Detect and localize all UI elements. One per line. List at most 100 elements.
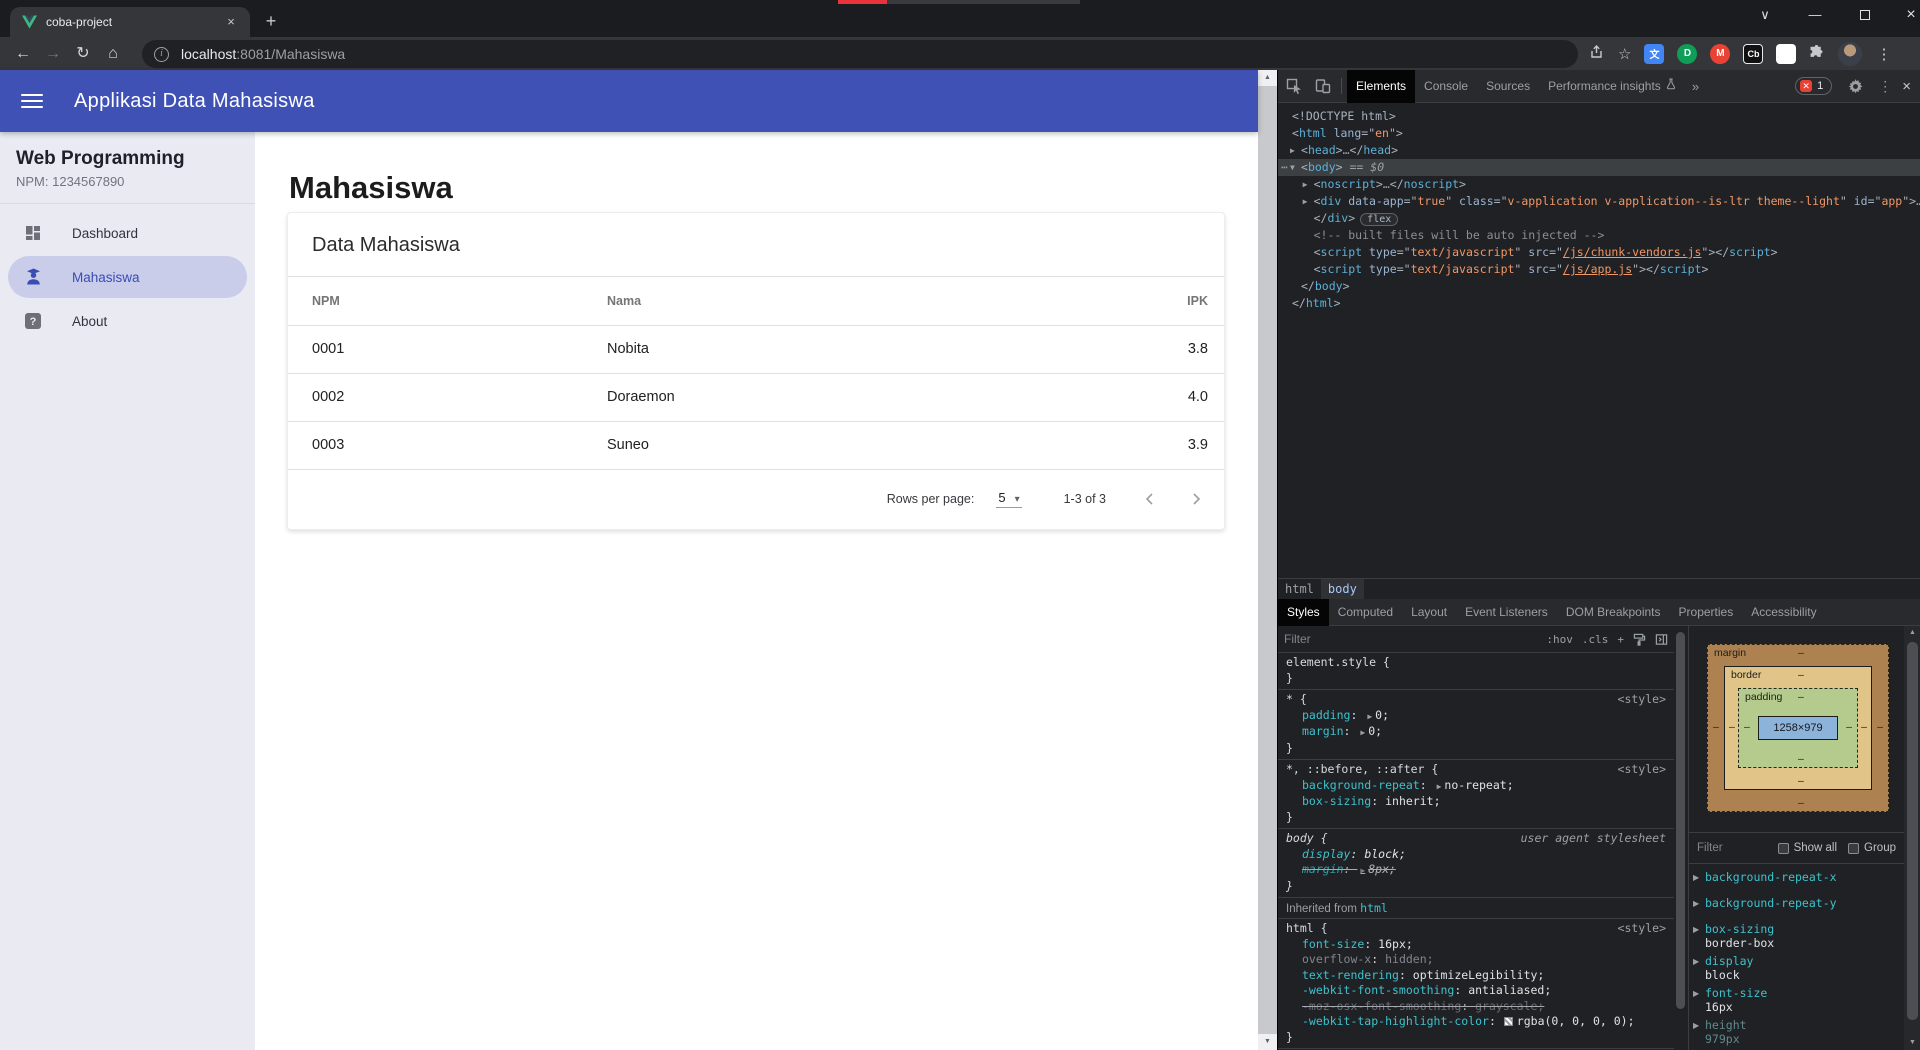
hamburger-menu-icon[interactable]	[21, 90, 43, 112]
scroll-up-icon[interactable]: ▲	[1904, 626, 1920, 640]
expander-right-icon[interactable]: ▶	[1693, 925, 1699, 934]
devtools-close-icon[interactable]: ×	[1902, 78, 1911, 95]
box-model-padding[interactable]: padding – – – – 1258×979	[1738, 688, 1858, 768]
browser-tab[interactable]: coba-project ×	[10, 7, 250, 37]
devtools-tab-console[interactable]: Console	[1415, 70, 1477, 103]
scroll-down-icon[interactable]: ▼	[1904, 1036, 1920, 1050]
expander-right-icon[interactable]: ▶	[1693, 1021, 1699, 1030]
expander-down-icon[interactable]: ▼	[1290, 159, 1295, 176]
dom-tree-line[interactable]: <html lang="en">	[1278, 125, 1920, 142]
share-icon[interactable]	[1588, 44, 1604, 64]
css-property[interactable]: display: block;	[1286, 847, 1666, 863]
scroll-up-icon[interactable]: ▲	[1258, 70, 1277, 86]
computed-scrollbar[interactable]: ▲ ▼	[1904, 626, 1920, 1050]
dom-tree-line[interactable]: ⋯▼<body> == $0	[1278, 159, 1920, 176]
dom-tree-line[interactable]: ▶<noscript>…</noscript>	[1278, 176, 1920, 193]
new-tab-button[interactable]: +	[258, 9, 284, 35]
expander-right-icon[interactable]: ▶	[1303, 176, 1308, 193]
bw-icon[interactable]	[1776, 44, 1796, 64]
dom-tree-line[interactable]: </body>	[1278, 278, 1920, 295]
expander-right-icon[interactable]: ▶	[1693, 873, 1699, 882]
device-toolbar-icon[interactable]	[1310, 73, 1336, 99]
sidebar-tab-styles[interactable]: Styles	[1278, 599, 1329, 626]
breadcrumb-body[interactable]: body	[1321, 579, 1364, 600]
previous-page-button[interactable]	[1130, 479, 1170, 519]
dom-tree-line[interactable]: ▶<div data-app="true" class="v-applicati…	[1278, 193, 1920, 210]
styles-scrollbar-thumb[interactable]	[1676, 632, 1685, 1009]
styles-action-hov[interactable]: :hov	[1546, 633, 1573, 646]
tab-close-icon[interactable]: ×	[222, 13, 240, 31]
show-sidebar-icon[interactable]	[1655, 633, 1668, 646]
expander-right-icon[interactable]: ▶	[1693, 989, 1699, 998]
css-property[interactable]: overflow-x: hidden;	[1286, 952, 1666, 968]
sidebar-tab-accessibility[interactable]: Accessibility	[1742, 599, 1825, 626]
css-property[interactable]: font-size: 16px;	[1286, 937, 1666, 953]
computed-scrollbar-thumb[interactable]	[1907, 642, 1918, 1020]
sidebar-tab-layout[interactable]: Layout	[1402, 599, 1456, 626]
red-m-icon[interactable]: M	[1710, 44, 1730, 64]
styles-action-cls[interactable]: .cls	[1582, 633, 1609, 646]
forward-button[interactable]: →	[38, 40, 68, 68]
cb-icon[interactable]: Cb	[1743, 44, 1763, 64]
sidebar-item-dashboard[interactable]: Dashboard	[8, 212, 247, 254]
reload-button[interactable]: ↻	[68, 40, 98, 68]
more-tabs-icon[interactable]: »	[1685, 79, 1706, 94]
window-minimize-button[interactable]: —	[1794, 0, 1836, 31]
box-model-content[interactable]: 1258×979	[1758, 716, 1838, 740]
dom-tree-line[interactable]: <!DOCTYPE html>	[1278, 108, 1920, 125]
sidebar-tab-computed[interactable]: Computed	[1329, 599, 1402, 626]
css-property[interactable]: padding: ▶0;	[1286, 708, 1666, 725]
dom-tree-line[interactable]: ▶<head>…</head>	[1278, 142, 1920, 159]
green-d-icon[interactable]: D	[1677, 44, 1697, 64]
breadcrumb-html[interactable]: html	[1278, 579, 1321, 600]
sidebar-tab-event-listeners[interactable]: Event Listeners	[1456, 599, 1557, 626]
sidebar-item-mahasiswa[interactable]: Mahasiswa	[8, 256, 247, 298]
style-origin-link[interactable]: <style>	[1618, 921, 1666, 937]
dom-tree-line[interactable]: </div>flex	[1278, 210, 1920, 227]
css-property[interactable]: -webkit-tap-highlight-color: rgba(0, 0, …	[1286, 1014, 1666, 1030]
sidebar-item-about[interactable]: ?About	[8, 300, 247, 342]
expander-right-icon[interactable]: ▶	[1693, 899, 1699, 908]
rows-per-page-select[interactable]: 5 ▾	[996, 490, 1021, 508]
window-restore-button[interactable]	[1844, 0, 1886, 31]
browser-menu-icon[interactable]: ⋮	[1876, 45, 1891, 63]
style-origin-link[interactable]: user agent stylesheet	[1521, 831, 1666, 847]
sidebar-tab-properties[interactable]: Properties	[1670, 599, 1743, 626]
css-property[interactable]: background-repeat: ▶no-repeat;	[1286, 778, 1666, 795]
next-page-button[interactable]	[1176, 479, 1216, 519]
dom-tree-line[interactable]: <!-- built files will be auto injected -…	[1278, 227, 1920, 244]
css-property[interactable]: margin: ▶0;	[1286, 724, 1666, 741]
expander-right-icon[interactable]: ▶	[1693, 957, 1699, 966]
inherited-target[interactable]: html	[1360, 901, 1388, 915]
page-scrollbar[interactable]: ▲ ▼	[1258, 70, 1277, 1050]
css-property[interactable]: -moz-osx-font-smoothing: grayscale;	[1286, 999, 1666, 1015]
inspect-element-icon[interactable]	[1281, 73, 1307, 99]
expander-right-icon[interactable]: ▶	[1303, 193, 1308, 210]
bookmark-star-icon[interactable]: ☆	[1618, 45, 1631, 63]
color-swatch-icon[interactable]	[1504, 1017, 1513, 1026]
profile-avatar[interactable]	[1838, 42, 1862, 66]
page-scrollbar-thumb[interactable]	[1258, 86, 1277, 1034]
box-model-border[interactable]: border – – – – padding – – – – 1258×979	[1724, 666, 1872, 790]
styles-filter-input[interactable]: Filter	[1284, 632, 1537, 646]
style-origin-link[interactable]: <style>	[1618, 692, 1666, 708]
show-all-checkbox[interactable]: Show all	[1778, 842, 1837, 854]
translate-icon[interactable]: 文	[1644, 44, 1664, 64]
css-property[interactable]: box-sizing: inherit;	[1286, 794, 1666, 810]
rendering-paint-icon[interactable]	[1633, 633, 1646, 646]
settings-gear-icon[interactable]	[1842, 73, 1868, 99]
style-origin-link[interactable]: <style>	[1618, 762, 1666, 778]
devtools-menu-icon[interactable]: ⋮	[1878, 78, 1892, 95]
computed-filter-input[interactable]: Filter	[1697, 842, 1778, 854]
sidebar-tab-dom-breakpoints[interactable]: DOM Breakpoints	[1557, 599, 1670, 626]
dom-tree-line[interactable]: </html>	[1278, 295, 1920, 312]
back-button[interactable]: ←	[8, 40, 38, 68]
css-property[interactable]: text-rendering: optimizeLegibility;	[1286, 968, 1666, 984]
devtools-tab-sources[interactable]: Sources	[1477, 70, 1539, 103]
address-bar[interactable]: i localhost:8081/Mahasiswa	[142, 40, 1578, 68]
devtools-tab-performance-insights[interactable]: Performance insights	[1539, 70, 1685, 103]
devtools-tab-elements[interactable]: Elements	[1347, 70, 1415, 103]
site-info-icon[interactable]: i	[154, 47, 169, 62]
expander-right-icon[interactable]: ▶	[1290, 142, 1295, 159]
extensions-puzzle-icon[interactable]	[1806, 44, 1826, 64]
